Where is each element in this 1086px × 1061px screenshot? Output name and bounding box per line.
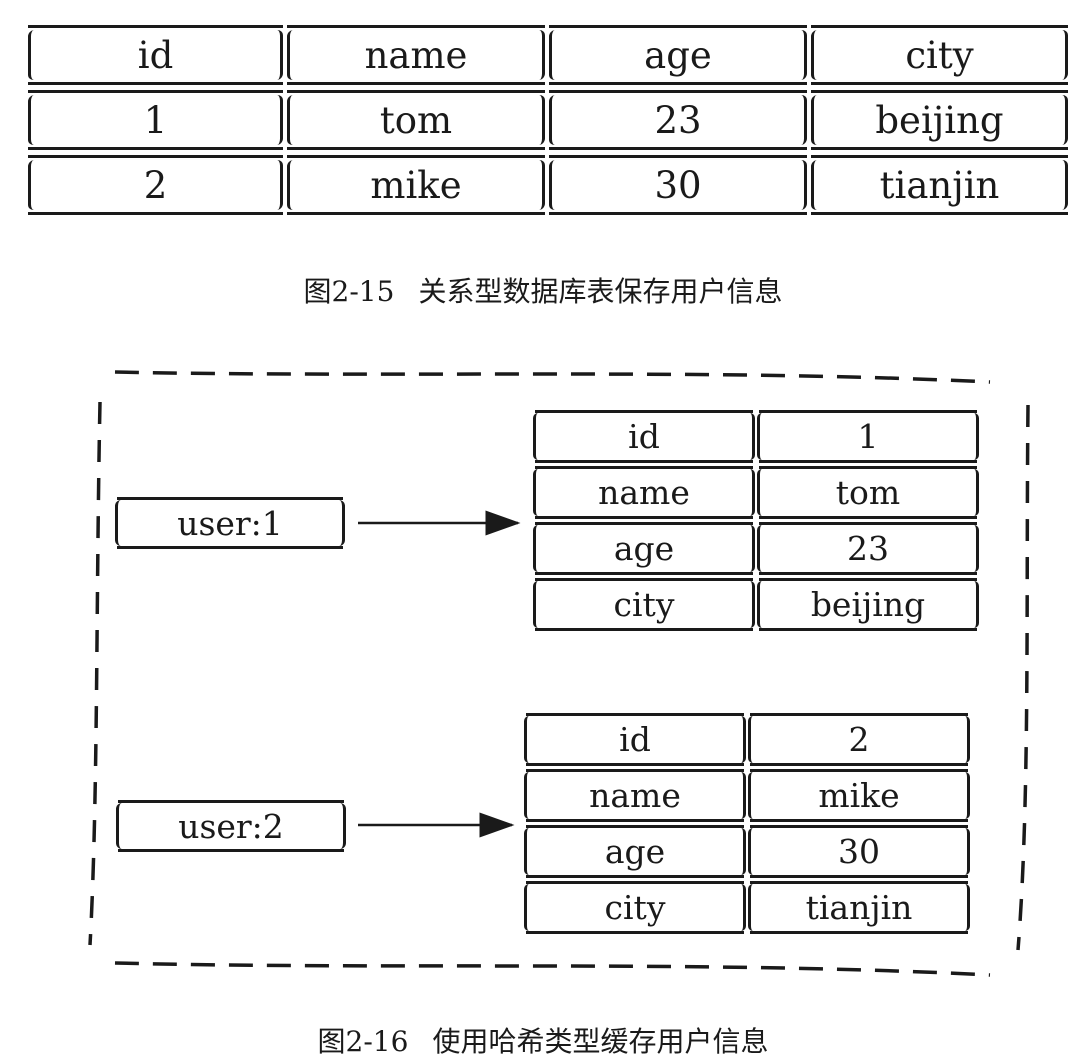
hash-field: id — [524, 713, 746, 766]
table-cell: 1 — [28, 90, 283, 150]
figure-caption-2-16: 图2-16 使用哈希类型缓存用户信息 — [0, 1020, 1086, 1060]
hash-value: tom — [757, 466, 979, 519]
caption-number: 图2-15 — [303, 275, 395, 308]
table-row: name mike — [524, 769, 970, 822]
dashed-border-left — [88, 401, 102, 946]
hash-field: age — [524, 825, 746, 878]
hash-field: name — [533, 466, 755, 519]
table-row: age 30 — [524, 825, 970, 878]
hash-value: mike — [748, 769, 970, 822]
header-cell-id: id — [28, 25, 283, 85]
table-row: 1 tom 23 beijing — [28, 90, 1068, 150]
table-cell: 2 — [28, 155, 283, 215]
hash-field: age — [533, 522, 755, 575]
hash-field: name — [524, 769, 746, 822]
figure-caption-2-15: 图2-15 关系型数据库表保存用户信息 — [0, 270, 1086, 310]
table-row: city beijing — [533, 578, 979, 631]
hash-key-user2: user:2 — [116, 800, 346, 852]
table-row: id 1 — [533, 410, 979, 463]
header-cell-age: age — [549, 25, 807, 85]
dashed-border-bottom — [114, 961, 991, 977]
dashed-border-top — [114, 370, 991, 384]
table-cell: beijing — [811, 90, 1068, 150]
caption-text: 使用哈希类型缓存用户信息 — [432, 1025, 769, 1058]
table-row: age 23 — [533, 522, 979, 575]
header-cell-city: city — [811, 25, 1068, 85]
hash-value: 23 — [757, 522, 979, 575]
table-row: 2 mike 30 tianjin — [28, 155, 1068, 215]
hash-value: beijing — [757, 578, 979, 631]
caption-number: 图2-16 — [317, 1025, 409, 1058]
table-header-row: id name age city — [28, 25, 1068, 85]
table-row: id 2 — [524, 713, 970, 766]
table-cell: 23 — [549, 90, 807, 150]
hash-value: tianjin — [748, 881, 970, 934]
hash-value: 2 — [748, 713, 970, 766]
caption-text: 关系型数据库表保存用户信息 — [418, 275, 783, 308]
table-cell: tianjin — [811, 155, 1068, 215]
hash-value: 30 — [748, 825, 970, 878]
hash-field: id — [533, 410, 755, 463]
hash-fields-user1: id 1 name tom age 23 city beijing — [533, 410, 979, 634]
table-cell: 30 — [549, 155, 807, 215]
table-row: name tom — [533, 466, 979, 519]
table-cell: tom — [287, 90, 545, 150]
hash-fields-user2: id 2 name mike age 30 city tianjin — [524, 713, 970, 937]
header-cell-name: name — [287, 25, 545, 85]
hash-field: city — [533, 578, 755, 631]
dashed-border-right — [1016, 404, 1030, 951]
relational-table: id name age city 1 tom 23 beijing 2 mike… — [28, 25, 1068, 220]
hash-key-user1: user:1 — [115, 497, 345, 549]
hash-field: city — [524, 881, 746, 934]
table-row: city tianjin — [524, 881, 970, 934]
table-cell: mike — [287, 155, 545, 215]
hash-value: 1 — [757, 410, 979, 463]
